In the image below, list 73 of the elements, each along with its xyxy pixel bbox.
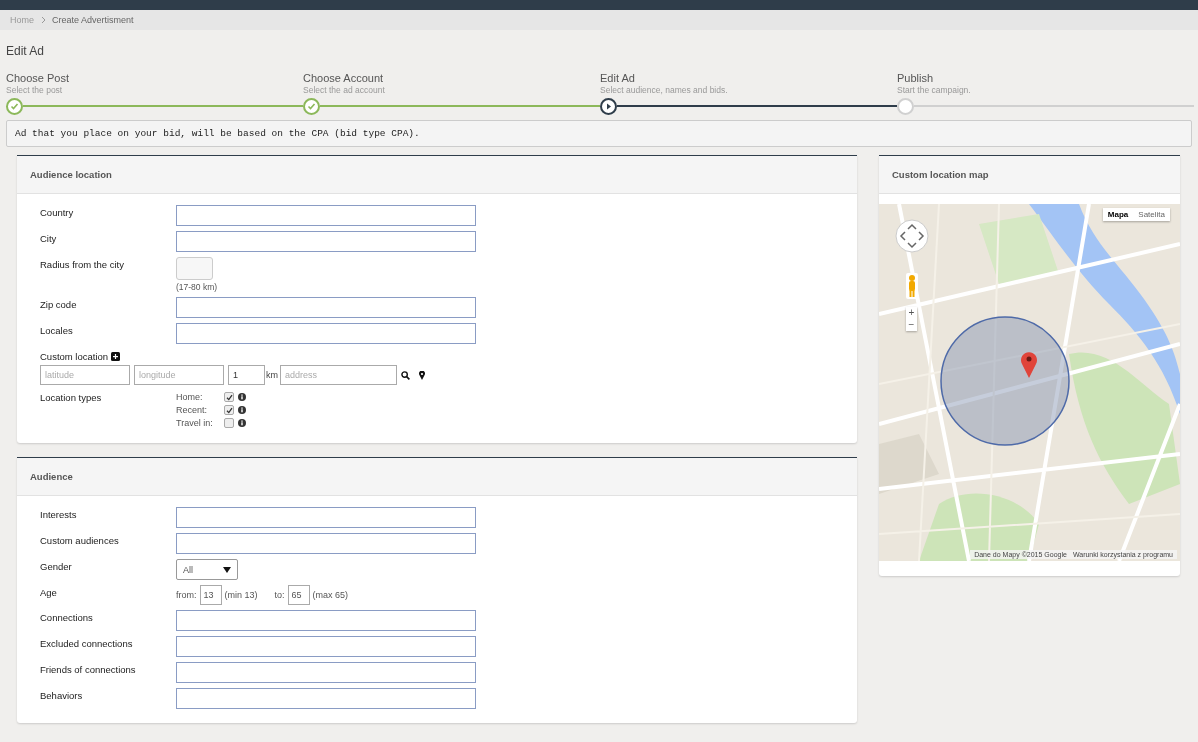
text-field[interactable] (176, 231, 476, 252)
map-type-button[interactable]: Mapa (1102, 208, 1134, 221)
field-label: Interests (40, 508, 78, 520)
text-field[interactable] (176, 507, 476, 528)
text-field[interactable] (176, 533, 476, 554)
panel-title: Custom location map (892, 169, 989, 180)
field-label: Custom audiences (40, 534, 120, 546)
min-hint: (min 13) (224, 590, 258, 600)
range-hint: (17-80 km) (176, 282, 218, 292)
pan-control-icon[interactable] (895, 219, 929, 253)
field-label: Locales (40, 324, 74, 336)
search-icon[interactable] (401, 370, 410, 380)
checkbox-label: Travel in: (176, 418, 214, 428)
unit-label: km (266, 370, 278, 380)
chevron-icon (40, 16, 46, 24)
field-label: Radius from the city (40, 258, 125, 270)
text-field[interactable] (176, 323, 476, 344)
info-icon (238, 393, 246, 401)
panel-title: Audience location (30, 169, 112, 180)
step-title: Publish (897, 72, 935, 84)
panel-title: Audience (30, 471, 73, 482)
field-label: Age (40, 586, 58, 598)
person-icon[interactable] (906, 273, 918, 299)
field-label: Location types (40, 391, 103, 403)
checkbox-label: Home: (176, 392, 204, 402)
text-field[interactable] (176, 297, 476, 318)
step-subtitle: Select the ad account (303, 85, 386, 95)
text-field[interactable] (176, 688, 476, 709)
field-label: Connections (40, 611, 94, 623)
info-message: Ad that you place on your bid, will be based on the CPA (bid type CPA). (6, 120, 1192, 147)
step-title: Edit Ad (600, 72, 636, 84)
text-field[interactable] (176, 205, 476, 226)
longitude-field[interactable]: longitude (134, 365, 224, 385)
radius-field[interactable]: 1 (228, 365, 265, 385)
age-to-field[interactable]: 65 (287, 585, 310, 605)
age-from-field[interactable]: 13 (199, 585, 222, 605)
add-icon[interactable] (111, 352, 121, 361)
field-label: Gender (40, 560, 73, 572)
gender-dropdown[interactable]: All (176, 559, 238, 580)
checkbox[interactable] (224, 418, 234, 428)
field-label: Country (40, 206, 75, 218)
breadcrumb-link[interactable]: Create Advertisment (52, 15, 134, 25)
checkbox[interactable] (224, 405, 234, 415)
caret-icon (223, 566, 231, 573)
page-title: Edit Ad (6, 44, 46, 58)
checkbox[interactable] (224, 392, 234, 402)
step-title: Choose Post (6, 72, 70, 84)
step-title: Choose Account (303, 72, 385, 84)
max-hint: (max 65) (312, 590, 349, 600)
from-label: from: (176, 590, 197, 600)
field-label: Zip code (40, 298, 78, 310)
pin-icon[interactable] (419, 370, 425, 380)
zoom-out-button[interactable]: − (906, 319, 917, 331)
latitude-field[interactable]: latitude (40, 365, 130, 385)
address-field[interactable]: address (280, 365, 397, 385)
step-subtitle: Select the post (6, 85, 64, 95)
checkbox-label: Recent: (176, 405, 209, 415)
info-icon (238, 406, 246, 414)
text-field[interactable] (176, 610, 476, 631)
field-label: City (40, 232, 58, 244)
field-label: Behaviors (40, 689, 84, 701)
text-field[interactable] (176, 636, 476, 657)
text-field[interactable] (176, 662, 476, 683)
step-subtitle: Start the campaign. (897, 85, 972, 95)
step-subtitle: Select audience, names and bids. (600, 85, 729, 95)
radius-field[interactable] (176, 257, 213, 280)
map-type-button[interactable]: Satelita (1133, 208, 1170, 221)
info-icon (238, 419, 246, 427)
to-label: to: (274, 590, 285, 600)
field-label: Custom location (40, 351, 109, 362)
field-label: Friends of connections (40, 663, 137, 675)
zoom-in-button[interactable]: + (906, 307, 917, 319)
field-label: Excluded connections (40, 637, 134, 649)
